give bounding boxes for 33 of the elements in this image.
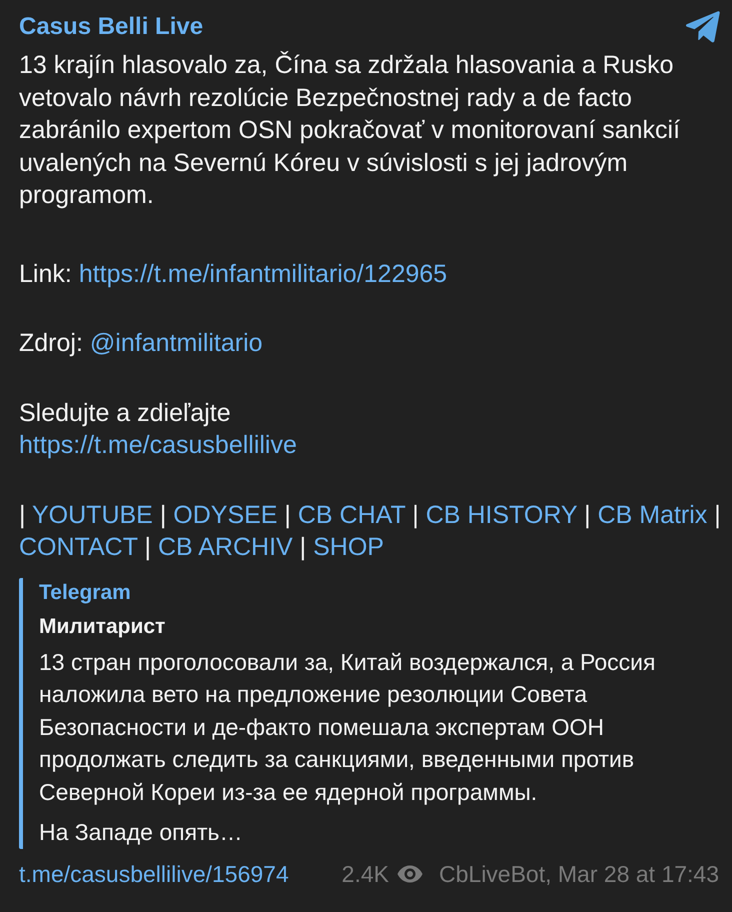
message-link[interactable]: https://t.me/casusbellilive bbox=[19, 431, 297, 459]
message-link[interactable]: @infantmilitario bbox=[90, 329, 263, 357]
post-link[interactable]: t.me/casusbellilive/156974 bbox=[19, 858, 289, 888]
channel-name[interactable]: Casus Belli Live bbox=[19, 11, 204, 43]
view-count: 2.4K bbox=[342, 860, 389, 888]
message-text: Sledujte a zdieľajte bbox=[19, 398, 232, 428]
separator-text: | bbox=[19, 500, 26, 528]
eye-icon bbox=[397, 864, 423, 882]
quote-author: Милитарист bbox=[39, 614, 166, 640]
separator-text: | bbox=[300, 533, 306, 561]
menu-link[interactable]: SHOP bbox=[313, 533, 384, 561]
menu-link[interactable]: CB ARCHIV bbox=[158, 533, 293, 561]
paper-plane-icon bbox=[686, 11, 720, 43]
separator-text: | bbox=[144, 533, 151, 561]
separator-text: | bbox=[412, 500, 419, 528]
menu-link[interactable]: YOUTUBE bbox=[32, 500, 153, 528]
quote-source: Telegram bbox=[39, 580, 132, 606]
menu-link[interactable]: CONTACT bbox=[19, 533, 138, 561]
post-signature: CbLiveBot, Mar 28 at 17:43 bbox=[439, 860, 719, 888]
separator-text: | bbox=[284, 500, 291, 528]
menu-link[interactable]: ODYSEE bbox=[173, 500, 278, 528]
separator-text: | bbox=[160, 500, 166, 528]
menu-link[interactable]: CB HISTORY bbox=[426, 500, 578, 528]
link-label: Link: bbox=[19, 260, 72, 288]
menu-link[interactable]: CB CHAT bbox=[298, 500, 406, 528]
separator-text: | bbox=[714, 500, 721, 528]
quote-paragraph: 13 стран проголосовали за, Китай воздержался, а Россия наложила вето на предложение резолюции Совета Безопасности и де-факто помешала экспертам ООН продолжать следить за санкциями, введенными против Северной Кореи из-за ее ядерной программы. bbox=[39, 648, 656, 807]
message-link[interactable]: https://t.me/infantmilitario/122965 bbox=[78, 260, 448, 288]
menu-link[interactable]: CB Matrix bbox=[598, 500, 708, 528]
separator-text: | bbox=[584, 500, 591, 528]
quote-paragraph: На Западе опять… bbox=[39, 818, 244, 847]
link-label: Zdroj: bbox=[19, 329, 83, 357]
message-paragraph: 13 krajín hlasovalo za, Čína sa zdržala hlasovania a Rusko vetovalo návrh rezolúcie Bezpečnostnej rady a de facto zabránilo expertom OSN pokračovať v monitorovaní sankcií uvalených na Severnú Kóreu v súvislosti s jej jadrovým programom. bbox=[19, 50, 682, 211]
